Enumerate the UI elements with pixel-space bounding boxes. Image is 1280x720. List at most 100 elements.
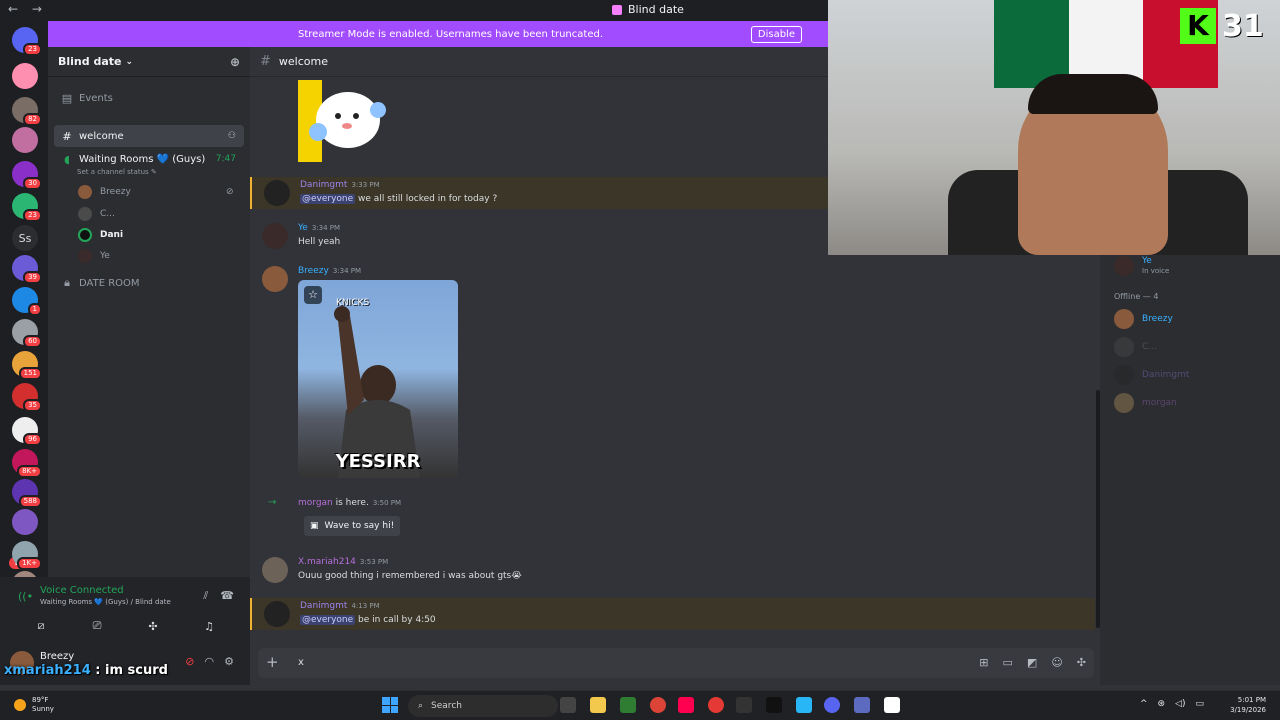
server-icon[interactable]: 588: [12, 479, 42, 508]
start-button-icon[interactable]: [382, 697, 398, 713]
voice-user-dani[interactable]: Dani: [78, 225, 123, 245]
avatar[interactable]: [262, 223, 288, 249]
member-danimgmt[interactable]: Danimgmt: [1114, 364, 1189, 386]
weather-widget[interactable]: 89°F Sunny: [14, 696, 54, 714]
member-c[interactable]: C...: [1114, 336, 1157, 358]
author-name[interactable]: Danimgmt: [300, 601, 347, 611]
disconnect-icon[interactable]: ☎: [220, 589, 234, 603]
channel-date-room-label: DATE ROOM: [79, 277, 140, 289]
network-icon[interactable]: ⊛: [1158, 699, 1166, 709]
wave-button[interactable]: ▣ Wave to say hi!: [304, 516, 401, 536]
server-icon[interactable]: [12, 127, 38, 153]
server-icon[interactable]: 23: [12, 193, 42, 222]
app-icon[interactable]: [620, 697, 636, 713]
mention[interactable]: @everyone: [300, 194, 356, 204]
recorder-icon[interactable]: [708, 697, 724, 713]
apps-icon[interactable]: ✣: [1077, 656, 1086, 669]
soundboard-icon[interactable]: ♫: [196, 615, 222, 637]
gif-attachment[interactable]: ☆ KNICKS YESSIRR: [298, 280, 458, 478]
screen-share-icon[interactable]: ⎚: [84, 615, 110, 637]
avatar[interactable]: [262, 557, 288, 583]
gift-icon[interactable]: ⊞: [979, 656, 988, 669]
channel-status-hint[interactable]: Set a channel status ✎: [77, 168, 157, 176]
unread-badge: 82: [23, 113, 42, 126]
message-text: we all still locked in for today ?: [355, 194, 498, 204]
back-arrow-icon[interactable]: ←: [8, 2, 18, 16]
volume-icon[interactable]: ◁): [1175, 699, 1185, 709]
chrome-icon[interactable]: [650, 697, 666, 713]
camera-off-icon[interactable]: ⧄: [28, 615, 54, 637]
author-name[interactable]: Breezy: [298, 266, 329, 276]
voice-status[interactable]: Voice Connected: [40, 585, 171, 596]
server-icon[interactable]: 8K+: [12, 449, 42, 478]
composer-input[interactable]: x: [298, 657, 304, 668]
member-breezy[interactable]: Breezy: [1114, 308, 1173, 330]
file-explorer-icon[interactable]: [590, 697, 606, 713]
headphones-icon[interactable]: ◠: [205, 655, 215, 668]
server-icon[interactable]: [12, 509, 38, 535]
composer-tools: ⊞ ▭ ◩ ☺ ✣: [979, 656, 1086, 669]
tiktok-icon[interactable]: [678, 697, 694, 713]
server-icon[interactable]: 96: [12, 417, 42, 446]
taskbar-search[interactable]: ⌕ Search: [408, 695, 558, 717]
author-name[interactable]: X.mariah214: [298, 557, 356, 567]
message-composer[interactable]: + x ⊞ ▭ ◩ ☺ ✣: [258, 648, 1094, 678]
server-icon[interactable]: 23: [12, 27, 42, 56]
channel-welcome[interactable]: # welcome ⚇: [54, 125, 244, 147]
calendar-icon: ▤: [61, 91, 73, 105]
invite-icon[interactable]: ⊕: [230, 55, 240, 69]
server-icon[interactable]: 39: [12, 255, 42, 284]
member-ye[interactable]: Ye In voice: [1114, 255, 1169, 277]
gif-top-text: KNICKS: [336, 298, 370, 308]
member-morgan[interactable]: morgan: [1114, 392, 1177, 414]
author-name[interactable]: Ye: [298, 223, 308, 233]
noise-suppression-icon[interactable]: ⫽: [203, 589, 208, 603]
clock[interactable]: 5:01 PM 3/19/2026: [1230, 695, 1266, 715]
server-icon[interactable]: 1K+: [12, 541, 42, 570]
capcut-icon[interactable]: [884, 697, 900, 713]
avatar[interactable]: [264, 601, 290, 627]
server-icon[interactable]: 60: [12, 319, 42, 348]
sticker-icon[interactable]: ◩: [1027, 656, 1037, 669]
activities-icon[interactable]: ✣: [140, 615, 166, 637]
author-name[interactable]: morgan: [298, 498, 333, 508]
epic-games-icon[interactable]: [766, 697, 782, 713]
channel-waiting-rooms[interactable]: ◖ Waiting Rooms 💙 (Guys) 7:47: [54, 148, 244, 170]
favorite-star-icon[interactable]: ☆: [304, 286, 322, 304]
message-5[interactable]: Danimgmt 4:13 PM @everyone be in call by …: [250, 598, 1095, 630]
teams-icon[interactable]: [854, 697, 870, 713]
battery-icon[interactable]: ▭: [1195, 699, 1204, 709]
server-icon[interactable]: [12, 63, 38, 89]
server-icon[interactable]: 1: [12, 287, 42, 316]
server-ss[interactable]: Ss: [12, 225, 38, 251]
mention[interactable]: @everyone: [300, 615, 356, 625]
gear-icon[interactable]: ⚙: [224, 655, 234, 668]
server-icon[interactable]: 151: [12, 351, 42, 380]
plus-icon[interactable]: +: [266, 653, 279, 671]
app-icon[interactable]: [796, 697, 812, 713]
forward-arrow-icon[interactable]: →: [32, 2, 42, 16]
server-icon[interactable]: 82: [12, 97, 42, 126]
voice-user-c[interactable]: C...: [78, 204, 115, 224]
chevron-up-icon[interactable]: ^: [1140, 699, 1148, 709]
member-list: Ye In voice Offline — 4 Breezy C... Dani…: [1100, 255, 1280, 685]
voice-user-breezy[interactable]: Breezy ⊘: [78, 182, 234, 202]
add-member-icon[interactable]: ⚇: [228, 131, 236, 141]
voice-user-ye[interactable]: Ye: [78, 246, 110, 266]
avatar[interactable]: [264, 180, 290, 206]
message-4[interactable]: X.mariah214 3:53 PM Ouuu good thing i rem…: [250, 555, 1095, 585]
author-name[interactable]: Danimgmt: [300, 180, 347, 190]
events-item[interactable]: ▤ Events: [54, 87, 244, 109]
gif-icon[interactable]: ▭: [1003, 656, 1013, 669]
channel-date-room[interactable]: 🔒︎ DATE ROOM: [54, 272, 244, 294]
server-icon[interactable]: 30: [12, 161, 42, 190]
avatar[interactable]: [262, 266, 288, 292]
guild-header[interactable]: Blind date ⌄ ⊕: [48, 47, 250, 77]
server-icon[interactable]: 35: [12, 383, 42, 412]
task-view-icon[interactable]: [560, 697, 576, 713]
mic-muted-icon[interactable]: ⊘: [185, 655, 194, 668]
avatar: [1114, 393, 1134, 413]
emoji-icon[interactable]: ☺: [1051, 656, 1062, 669]
app-icon[interactable]: [736, 697, 752, 713]
discord-icon[interactable]: [824, 697, 840, 713]
